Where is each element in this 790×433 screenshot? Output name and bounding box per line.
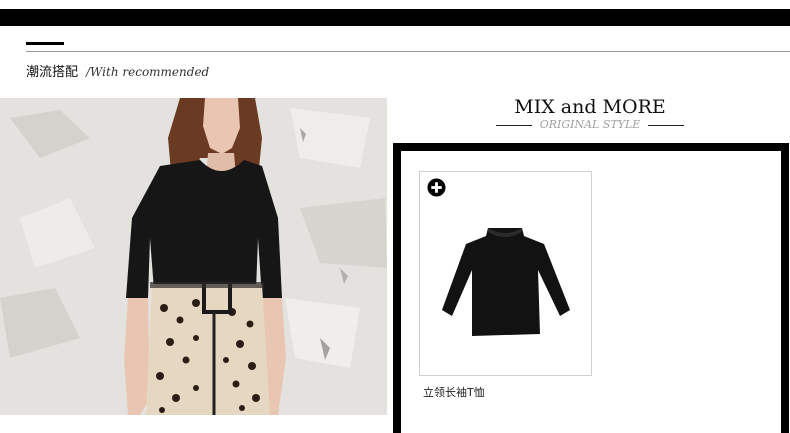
section-accent-rule	[26, 42, 64, 45]
top-black-bar	[0, 9, 790, 26]
section-subtitle: /With recommended	[86, 65, 210, 79]
product-card[interactable]	[419, 171, 592, 376]
subtitle-rule-right	[648, 125, 684, 126]
mix-title: MIX and MORE	[514, 96, 666, 118]
plus-circle-icon[interactable]	[427, 178, 446, 197]
section-title: 潮流搭配	[26, 65, 79, 80]
product-image[interactable]	[440, 224, 570, 336]
section-divider	[26, 51, 790, 52]
model-photo	[0, 98, 387, 415]
section-header: 潮流搭配/With recommended	[26, 61, 209, 80]
mix-subtitle-row: ORIGINAL STYLE	[494, 117, 686, 133]
product-name[interactable]: 立领长袖T恤	[423, 384, 485, 400]
